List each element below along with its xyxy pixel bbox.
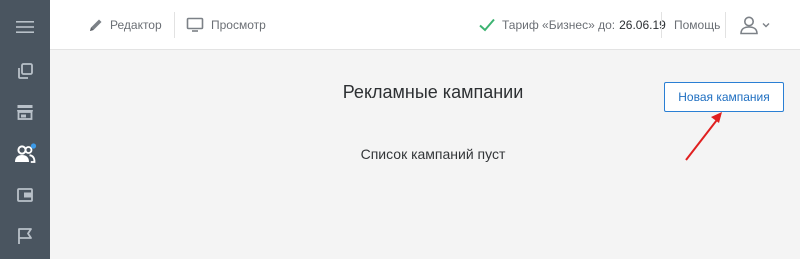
help-link[interactable]: Помощь bbox=[674, 0, 720, 50]
monitor-icon bbox=[186, 17, 204, 32]
copy-icon bbox=[18, 63, 33, 79]
user-menu-button[interactable] bbox=[738, 0, 771, 50]
preview-link[interactable]: Просмотр bbox=[186, 0, 266, 50]
preview-label: Просмотр bbox=[211, 18, 266, 32]
help-label: Помощь bbox=[674, 18, 721, 32]
sidebar bbox=[0, 0, 50, 259]
flag-icon bbox=[18, 228, 32, 244]
tariff-date: 26.06.19 bbox=[619, 18, 666, 32]
divider bbox=[174, 12, 175, 38]
store-icon bbox=[17, 105, 33, 120]
sidebar-item-wallet[interactable] bbox=[0, 175, 50, 215]
tariff-label: Тариф «Бизнес» до: bbox=[502, 18, 616, 32]
wallet-icon bbox=[17, 188, 33, 202]
check-icon bbox=[479, 18, 495, 32]
red-arrow-annotation bbox=[685, 112, 722, 161]
chevron-down-icon bbox=[762, 23, 770, 28]
menu-icon bbox=[16, 21, 34, 33]
divider bbox=[661, 12, 662, 38]
user-icon bbox=[740, 16, 758, 35]
top-bar: Редактор Просмотр Тариф «Бизнес» до: 26.… bbox=[50, 0, 800, 50]
pencil-icon bbox=[90, 19, 102, 31]
sidebar-item-flag[interactable] bbox=[0, 216, 50, 256]
editor-link[interactable]: Редактор bbox=[88, 0, 162, 50]
editor-label: Редактор bbox=[110, 18, 162, 32]
tariff-info: Тариф «Бизнес» до: 26.06.19 bbox=[478, 0, 666, 50]
divider bbox=[725, 12, 726, 38]
sidebar-menu-button[interactable] bbox=[0, 7, 50, 47]
